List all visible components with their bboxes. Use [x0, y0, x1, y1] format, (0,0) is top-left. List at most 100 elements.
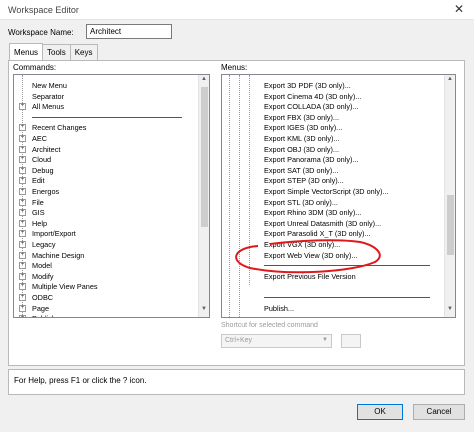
menu-item[interactable]: Export Cinema 4D (3D only)...	[264, 92, 444, 101]
menu-item[interactable]: Export STL (3D only)...	[264, 198, 444, 207]
menu-item[interactable]: Export 3D PDF (3D only)...	[264, 81, 444, 90]
menus-scroll-thumb[interactable]	[447, 195, 454, 255]
chevron-down-icon: ▼	[322, 337, 328, 343]
command-label: Modify	[32, 271, 54, 281]
expand-icon[interactable]: +	[19, 124, 26, 132]
commands-tree[interactable]: New Menu Separator + All Menus + Recent Chang…	[13, 74, 210, 318]
command-item[interactable]: + Multiple View Panes	[14, 282, 198, 291]
command-item[interactable]: + Publish	[14, 314, 198, 317]
expand-icon[interactable]: +	[19, 315, 26, 317]
menu-item[interactable]: Export Simple VectorScript (3D only)...	[264, 187, 444, 196]
expand-icon[interactable]: +	[19, 294, 26, 301]
menu-item[interactable]: Export Parasolid X_T (3D only)...	[264, 229, 444, 238]
close-icon[interactable]: ✕	[454, 2, 464, 16]
shortcut-button[interactable]	[341, 334, 361, 348]
shortcut-combo[interactable]: Ctrl+Key ▼	[221, 334, 332, 348]
menu-item[interactable]: Export VGX (3D only)...	[264, 240, 444, 249]
command-item[interactable]: + Page	[14, 304, 198, 313]
command-item[interactable]: + GIS	[14, 208, 198, 217]
tree-guide-line	[249, 75, 250, 285]
command-item[interactable]: + Energos	[14, 187, 198, 196]
expand-icon[interactable]: +	[19, 219, 26, 227]
cancel-button[interactable]: Cancel	[413, 404, 465, 420]
menu-item[interactable]: Publish...	[264, 304, 444, 313]
expand-icon[interactable]: +	[19, 188, 26, 195]
tab-menus[interactable]: Menus	[9, 43, 44, 60]
menu-item[interactable]: Export Panorama (3D only)...	[264, 155, 444, 164]
separator-line[interactable]	[264, 265, 430, 267]
command-label: Architect	[32, 144, 61, 154]
command-label: Edit	[32, 176, 45, 186]
expand-icon[interactable]: +	[19, 283, 26, 291]
expand-icon[interactable]: +	[19, 230, 26, 238]
command-item[interactable]: + AEC	[14, 134, 198, 143]
expand-icon[interactable]: +	[19, 241, 26, 248]
expand-icon[interactable]: +	[19, 272, 26, 280]
command-item[interactable]: + Machine Design	[14, 251, 198, 260]
command-item[interactable]: + Debug	[14, 166, 198, 175]
menu-item[interactable]: Export OBJ (3D only)...	[264, 145, 444, 154]
scroll-down-icon[interactable]: ▼	[199, 306, 209, 316]
workspace-name-input[interactable]: Architect	[86, 24, 172, 39]
command-label: Publish	[32, 314, 56, 317]
command-item[interactable]: + Cloud	[14, 155, 198, 164]
menu-item[interactable]: Export FBX (3D only)...	[264, 113, 444, 122]
command-item[interactable]: + Modify	[14, 272, 198, 281]
command-label: Legacy	[32, 240, 56, 249]
command-item[interactable]: + Architect	[14, 145, 198, 154]
menu-item[interactable]: Export STEP (3D only)...	[264, 176, 444, 185]
expand-icon[interactable]: +	[19, 304, 26, 312]
command-item[interactable]: + Edit	[14, 176, 198, 185]
shortcut-label: Shortcut for selected command	[221, 322, 318, 329]
command-label: GIS	[32, 208, 45, 218]
command-item[interactable]: + Recent Changes	[14, 123, 198, 132]
menu-item[interactable]: Export SAT (3D only)...	[264, 166, 444, 175]
menu-item[interactable]: Export KML (3D only)...	[264, 134, 444, 143]
menu-item[interactable]: Export IGES (3D only)...	[264, 123, 444, 132]
expand-icon[interactable]: +	[19, 103, 26, 111]
menu-item[interactable]: Export Unreal Datasmith (3D only)...	[264, 219, 444, 228]
expand-icon[interactable]: +	[19, 145, 26, 153]
menus-scrollbar[interactable]: ▲ ▼	[444, 75, 455, 317]
expand-icon[interactable]: +	[19, 166, 26, 174]
menus-tree[interactable]: Export 3D PDF (3D only)... Export Cinema …	[221, 74, 456, 318]
command-label: ODBC	[32, 293, 54, 302]
command-label: Import/Export	[32, 229, 76, 239]
command-item[interactable]: + ODBC	[14, 293, 198, 302]
command-label: Model	[32, 261, 52, 271]
command-item[interactable]: + Import/Export	[14, 229, 198, 238]
tab-strip: Menus Tools Keys	[9, 43, 98, 61]
expand-icon[interactable]: +	[19, 209, 26, 217]
command-item[interactable]: + All Menus	[14, 102, 198, 111]
command-item[interactable]: + Legacy	[14, 240, 198, 249]
command-item[interactable]: + File	[14, 198, 198, 207]
command-item[interactable]: Separator	[14, 92, 198, 101]
commands-scroll-thumb[interactable]	[201, 87, 208, 227]
expand-icon[interactable]: +	[19, 198, 26, 206]
expand-icon[interactable]: +	[19, 262, 26, 270]
expand-icon[interactable]: +	[19, 251, 26, 259]
separator-line[interactable]	[264, 297, 430, 298]
tree-guide-line	[239, 75, 240, 317]
command-label: Cloud	[32, 155, 52, 165]
tab-tools[interactable]: Tools	[42, 44, 71, 60]
command-label: Machine Design	[32, 250, 85, 260]
tab-keys[interactable]: Keys	[69, 44, 98, 60]
command-item[interactable]: New Menu	[14, 81, 198, 90]
menu-item[interactable]: Export Previous File Version	[264, 272, 444, 281]
commands-scrollbar[interactable]: ▲ ▼	[198, 75, 209, 317]
menu-item[interactable]: Export Web View (3D only)...	[264, 251, 444, 260]
menu-item[interactable]: Export Rhino 3DM (3D only)...	[264, 208, 444, 217]
expand-icon[interactable]: +	[19, 177, 26, 185]
scroll-up-icon[interactable]: ▲	[445, 76, 455, 86]
scroll-up-icon[interactable]: ▲	[199, 76, 209, 86]
menu-item[interactable]: Export COLLADA (3D only)...	[264, 102, 444, 111]
expand-icon[interactable]: +	[19, 135, 26, 142]
scroll-down-icon[interactable]: ▼	[445, 306, 455, 316]
ok-button[interactable]: OK	[357, 404, 403, 420]
expand-icon[interactable]: +	[19, 156, 26, 164]
command-label: Page	[32, 303, 50, 313]
command-item[interactable]: + Help	[14, 219, 198, 228]
command-label: Debug	[32, 165, 54, 175]
command-item[interactable]: + Model	[14, 261, 198, 270]
